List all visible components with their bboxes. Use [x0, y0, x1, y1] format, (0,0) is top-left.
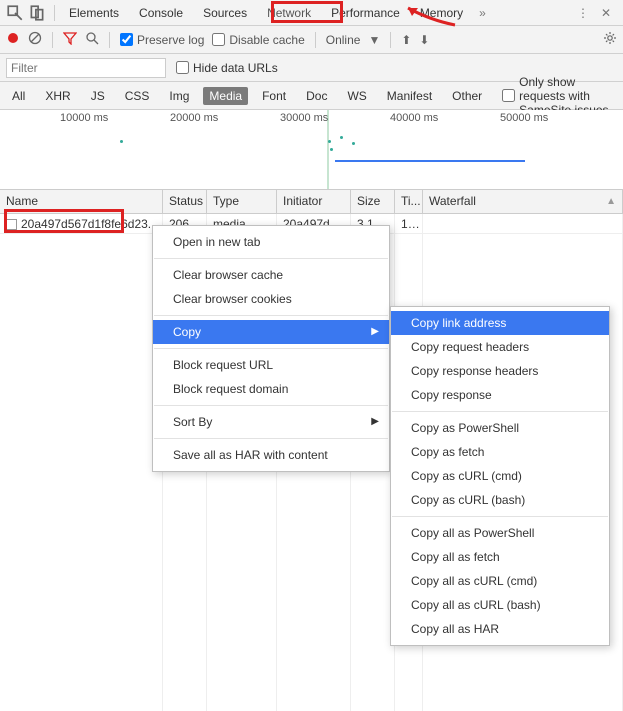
menu-sort-by[interactable]: Sort By▶: [153, 410, 389, 434]
copy-submenu: Copy link address Copy request headers C…: [390, 306, 610, 646]
col-type[interactable]: Type: [207, 190, 277, 213]
device-icon[interactable]: [28, 4, 46, 22]
samesite-input[interactable]: [502, 89, 515, 102]
submenu-copy-req-headers[interactable]: Copy request headers: [391, 335, 609, 359]
menu-clear-cache[interactable]: Clear browser cache: [153, 263, 389, 287]
submenu-copy-all-powershell[interactable]: Copy all as PowerShell: [391, 521, 609, 545]
more-tabs-icon[interactable]: »: [473, 6, 492, 20]
timeline-tick: 30000 ms: [280, 112, 328, 124]
submenu-copy-fetch[interactable]: Copy as fetch: [391, 440, 609, 464]
menu-block-domain[interactable]: Block request domain: [153, 377, 389, 401]
menu-separator: [154, 405, 388, 406]
submenu-copy-response[interactable]: Copy response: [391, 383, 609, 407]
type-tab-js[interactable]: JS: [85, 87, 111, 105]
menu-block-url[interactable]: Block request URL: [153, 353, 389, 377]
col-initiator[interactable]: Initiator: [277, 190, 351, 213]
settings-icon[interactable]: [603, 31, 617, 48]
preserve-log-checkbox[interactable]: Preserve log: [120, 33, 204, 47]
menu-copy[interactable]: Copy▶: [153, 320, 389, 344]
tab-performance[interactable]: Performance: [321, 2, 410, 24]
type-tab-ws[interactable]: WS: [341, 87, 372, 105]
throttling-select[interactable]: Online: [326, 33, 361, 47]
submenu-copy-res-headers[interactable]: Copy response headers: [391, 359, 609, 383]
download-icon[interactable]: ⬇: [419, 33, 429, 47]
submenu-copy-all-curl-bash[interactable]: Copy all as cURL (bash): [391, 593, 609, 617]
disable-cache-checkbox[interactable]: Disable cache: [212, 33, 304, 47]
menu-save-har[interactable]: Save all as HAR with content: [153, 443, 389, 467]
submenu-copy-all-curl-cmd[interactable]: Copy all as cURL (cmd): [391, 569, 609, 593]
hide-data-urls-checkbox[interactable]: Hide data URLs: [176, 61, 278, 75]
menu-separator: [392, 516, 608, 517]
tab-network[interactable]: Network: [257, 2, 321, 24]
col-time[interactable]: Ti...: [395, 190, 423, 213]
separator: [54, 5, 55, 21]
kebab-menu-icon[interactable]: ⋮: [571, 6, 595, 20]
col-size[interactable]: Size: [351, 190, 395, 213]
search-icon[interactable]: [85, 31, 99, 48]
resource-type-tabs: All XHR JS CSS Img Media Font Doc WS Man…: [0, 82, 623, 110]
type-tab-media[interactable]: Media: [203, 87, 248, 105]
filter-input[interactable]: [6, 58, 166, 78]
record-icon[interactable]: [6, 31, 20, 48]
disable-cache-input[interactable]: [212, 33, 225, 46]
tab-memory[interactable]: Memory: [410, 2, 473, 24]
submenu-copy-curl-bash[interactable]: Copy as cURL (bash): [391, 488, 609, 512]
inspect-icon[interactable]: [6, 4, 24, 22]
submenu-copy-powershell[interactable]: Copy as PowerShell: [391, 416, 609, 440]
clear-icon[interactable]: [28, 31, 42, 48]
submenu-copy-all-har[interactable]: Copy all as HAR: [391, 617, 609, 641]
col-name[interactable]: Name: [0, 190, 163, 213]
sort-icon: ▲: [606, 196, 616, 207]
menu-separator: [154, 348, 388, 349]
timeline-tick: 20000 ms: [170, 112, 218, 124]
submenu-arrow-icon: ▶: [371, 326, 379, 337]
type-tab-all[interactable]: All: [6, 87, 31, 105]
preserve-log-input[interactable]: [120, 33, 133, 46]
upload-icon[interactable]: ⬆: [401, 33, 411, 47]
context-menu: Open in new tab Clear browser cache Clea…: [152, 225, 390, 472]
tab-sources[interactable]: Sources: [193, 2, 257, 24]
separator: [52, 32, 53, 48]
separator: [315, 32, 316, 48]
separator: [109, 32, 110, 48]
type-tab-img[interactable]: Img: [163, 87, 195, 105]
submenu-copy-link-address[interactable]: Copy link address: [391, 311, 609, 335]
timeline-tick: 40000 ms: [390, 112, 438, 124]
type-tab-xhr[interactable]: XHR: [39, 87, 76, 105]
submenu-arrow-icon: ▶: [371, 416, 379, 427]
type-tab-manifest[interactable]: Manifest: [381, 87, 438, 105]
timeline-bar: [335, 160, 525, 162]
menu-separator: [154, 258, 388, 259]
menu-separator: [154, 315, 388, 316]
separator: [390, 32, 391, 48]
hide-data-urls-label: Hide data URLs: [193, 61, 278, 75]
tab-console[interactable]: Console: [129, 2, 193, 24]
preserve-log-label: Preserve log: [137, 33, 204, 47]
hide-data-urls-input[interactable]: [176, 61, 189, 74]
filter-icon[interactable]: [63, 31, 77, 48]
col-waterfall[interactable]: Waterfall▲: [423, 190, 623, 213]
disable-cache-label: Disable cache: [229, 33, 304, 47]
timeline-tick: 10000 ms: [60, 112, 108, 124]
menu-separator: [154, 438, 388, 439]
timeline-tick: 50000 ms: [500, 112, 548, 124]
menu-clear-cookies[interactable]: Clear browser cookies: [153, 287, 389, 311]
submenu-copy-all-fetch[interactable]: Copy all as fetch: [391, 545, 609, 569]
network-toolbar: Preserve log Disable cache Online ▼ ⬆ ⬇: [0, 26, 623, 54]
timeline-cursor: [327, 110, 329, 189]
type-tab-doc[interactable]: Doc: [300, 87, 333, 105]
submenu-copy-curl-cmd[interactable]: Copy as cURL (cmd): [391, 464, 609, 488]
menu-open-new-tab[interactable]: Open in new tab: [153, 230, 389, 254]
timeline-overview[interactable]: 10000 ms 20000 ms 30000 ms 40000 ms 5000…: [0, 110, 623, 190]
tab-elements[interactable]: Elements: [59, 2, 129, 24]
devtools-tabs: Elements Console Sources Network Perform…: [0, 0, 623, 26]
close-icon[interactable]: ✕: [595, 6, 617, 20]
col-status[interactable]: Status: [163, 190, 207, 213]
type-tab-css[interactable]: CSS: [119, 87, 156, 105]
dropdown-icon[interactable]: ▼: [368, 33, 380, 47]
menu-separator: [392, 411, 608, 412]
type-tab-other[interactable]: Other: [446, 87, 488, 105]
type-tab-font[interactable]: Font: [256, 87, 292, 105]
requests-table-header: Name Status Type Initiator Size Ti... Wa…: [0, 190, 623, 214]
